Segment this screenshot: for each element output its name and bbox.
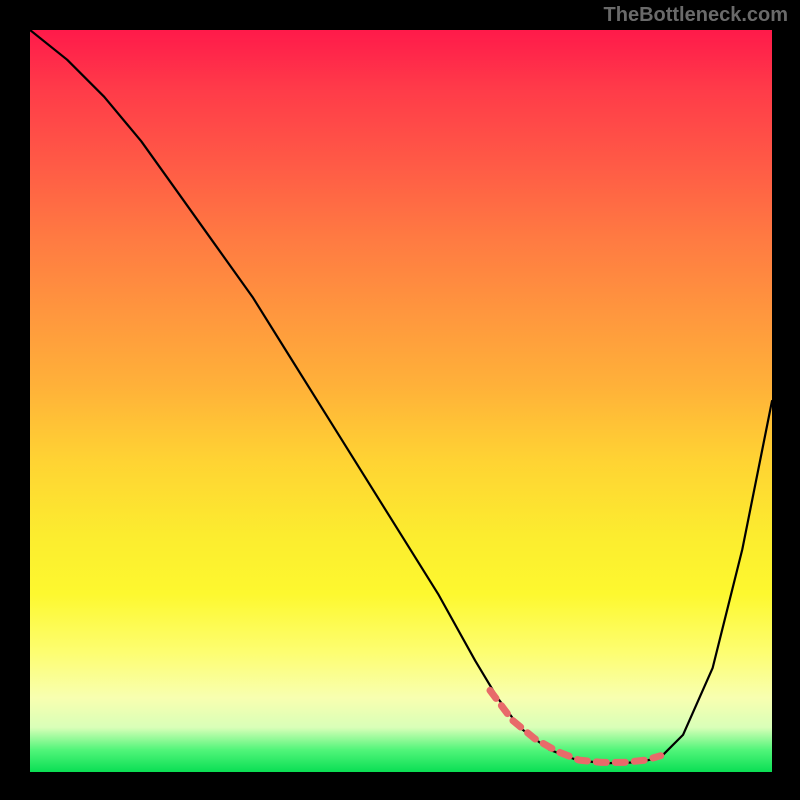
curve-main: [30, 30, 772, 763]
watermark-text: TheBottleneck.com: [604, 4, 788, 27]
plot-area: [30, 30, 772, 772]
chart-svg: [30, 30, 772, 772]
curve-valley-highlight: [490, 690, 661, 762]
